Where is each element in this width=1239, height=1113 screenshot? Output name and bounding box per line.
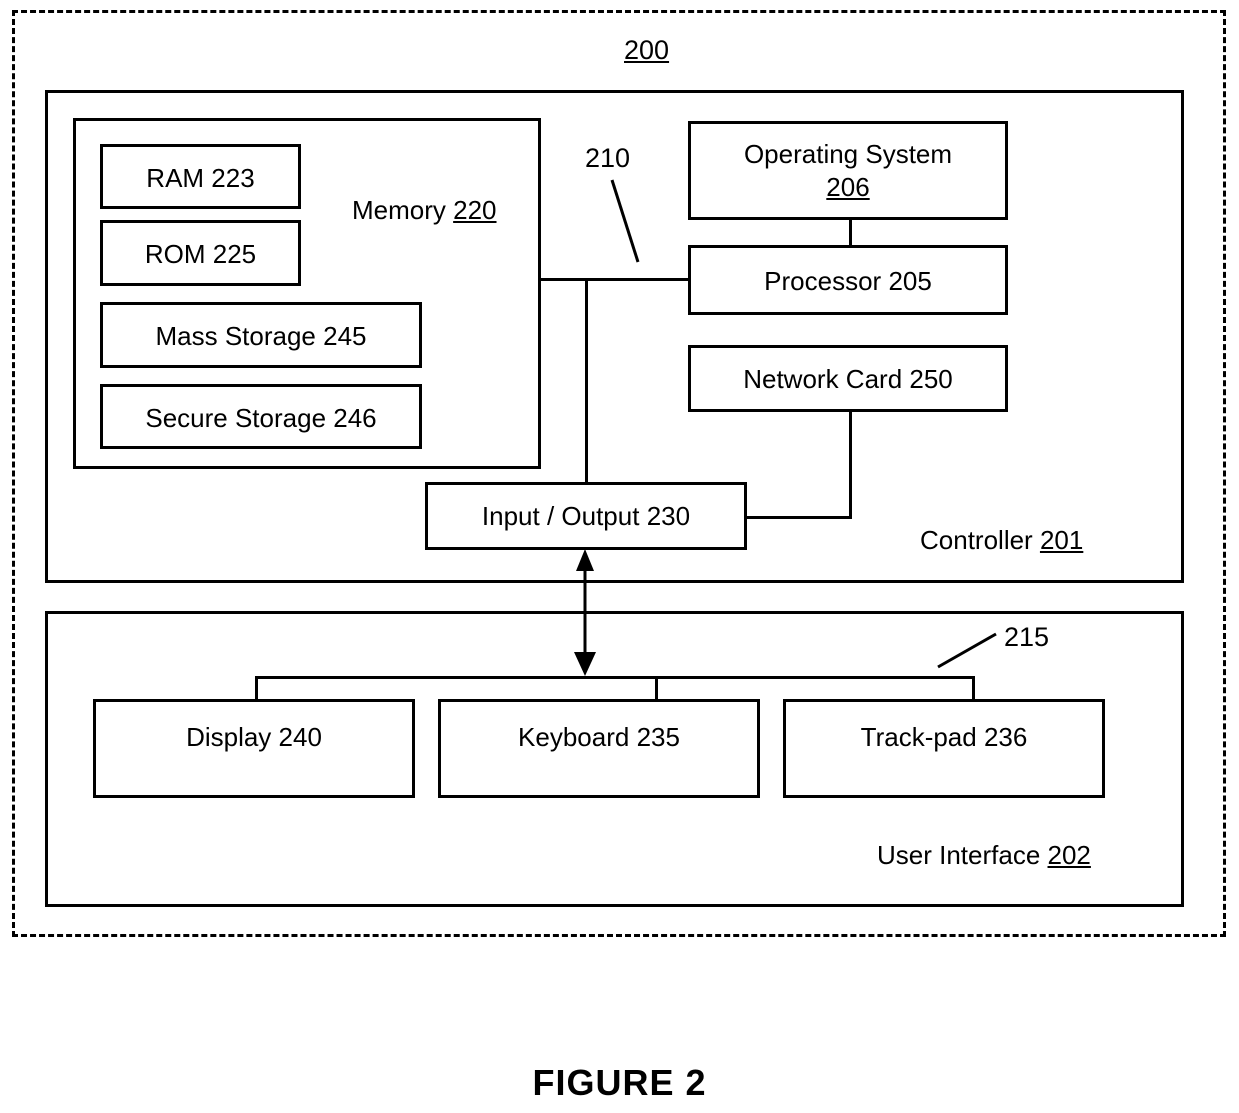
connector-networkcard-to-io bbox=[747, 516, 852, 519]
controller-label-num: 201 bbox=[1039, 525, 1084, 555]
processor-label-text: Processor bbox=[764, 266, 889, 296]
controller-label-text: Controller bbox=[920, 525, 1040, 555]
network-card-label-num: 250 bbox=[909, 364, 953, 394]
operating-system-box: Operating System 206 bbox=[688, 121, 1008, 220]
trackpad-box: Track-pad 236 bbox=[783, 699, 1105, 798]
controller-label: Controller 201 bbox=[920, 525, 1083, 556]
mass-storage-label-text: Mass Storage bbox=[155, 321, 324, 351]
input-output-label-text: Input / Output bbox=[481, 501, 647, 531]
processor-label: Processor 205 bbox=[691, 266, 1005, 297]
user-interface-label-text: User Interface bbox=[877, 840, 1048, 870]
keyboard-label: Keyboard 235 bbox=[441, 722, 757, 753]
ref-numeral-215: 215 bbox=[1004, 622, 1050, 652]
figure-caption: FIGURE 2 bbox=[532, 1062, 707, 1103]
keyboard-box: Keyboard 235 bbox=[438, 699, 760, 798]
secure-storage-label-text: Secure Storage bbox=[145, 403, 334, 433]
memory-label-text: Memory bbox=[352, 195, 454, 225]
bus-line-bus-to-io bbox=[585, 278, 588, 482]
secure-storage-label: Secure Storage 246 bbox=[103, 403, 419, 434]
mass-storage-label: Mass Storage 245 bbox=[103, 321, 419, 352]
keyboard-label-num: 235 bbox=[636, 722, 680, 752]
secure-storage-label-num: 246 bbox=[333, 403, 377, 433]
keyboard-label-text: Keyboard bbox=[518, 722, 637, 752]
ram-label-text: RAM bbox=[146, 163, 212, 193]
display-label-text: Display bbox=[186, 722, 279, 752]
mass-storage-box: Mass Storage 245 bbox=[100, 302, 422, 368]
processor-label-num: 205 bbox=[888, 266, 932, 296]
operating-system-label-line1: Operating System bbox=[743, 139, 953, 169]
rom-label-text: ROM bbox=[144, 239, 213, 269]
trackpad-label-text: Track-pad bbox=[860, 722, 984, 752]
bus-line-memory-to-processor bbox=[541, 278, 688, 281]
rom-label-num: 225 bbox=[212, 239, 257, 269]
network-card-label-text: Network Card bbox=[743, 364, 910, 394]
connector-networkcard-vertical bbox=[849, 412, 852, 516]
ui-bus-drop-trackpad bbox=[972, 676, 975, 701]
trackpad-label: Track-pad 236 bbox=[786, 722, 1102, 753]
display-label-num: 240 bbox=[278, 722, 322, 752]
connector-os-to-processor bbox=[849, 220, 852, 245]
mass-storage-label-num: 245 bbox=[323, 321, 367, 351]
operating-system-label-num: 206 bbox=[826, 172, 870, 202]
ui-bus-drop-display bbox=[255, 676, 258, 701]
rom-label: ROM 225 bbox=[103, 239, 298, 270]
ram-box: RAM 223 bbox=[100, 144, 301, 209]
trackpad-label-num: 236 bbox=[983, 722, 1028, 752]
figure-2-block-diagram: 200 Controller 201 Memory 220 RAM 223 RO… bbox=[0, 0, 1239, 1113]
ui-bus-drop-keyboard bbox=[655, 676, 658, 701]
input-output-label-num: 230 bbox=[646, 501, 691, 531]
ram-label-num: 223 bbox=[211, 163, 255, 193]
ram-label: RAM 223 bbox=[103, 163, 298, 194]
user-interface-label-num: 202 bbox=[1047, 840, 1091, 870]
user-interface-label: User Interface 202 bbox=[877, 840, 1091, 871]
secure-storage-box: Secure Storage 246 bbox=[100, 384, 422, 449]
input-output-label: Input / Output 230 bbox=[428, 501, 744, 532]
ref-numeral-200: 200 bbox=[624, 35, 670, 65]
display-box: Display 240 bbox=[93, 699, 415, 798]
network-card-label: Network Card 250 bbox=[691, 364, 1005, 395]
processor-box: Processor 205 bbox=[688, 245, 1008, 315]
rom-box: ROM 225 bbox=[100, 220, 301, 286]
memory-label: Memory 220 bbox=[352, 195, 497, 226]
display-label: Display 240 bbox=[96, 722, 412, 753]
ref-numeral-210: 210 bbox=[585, 143, 631, 173]
ui-bus-spine bbox=[255, 676, 974, 679]
memory-label-num: 220 bbox=[453, 195, 497, 225]
network-card-box: Network Card 250 bbox=[688, 345, 1008, 412]
input-output-box: Input / Output 230 bbox=[425, 482, 747, 550]
